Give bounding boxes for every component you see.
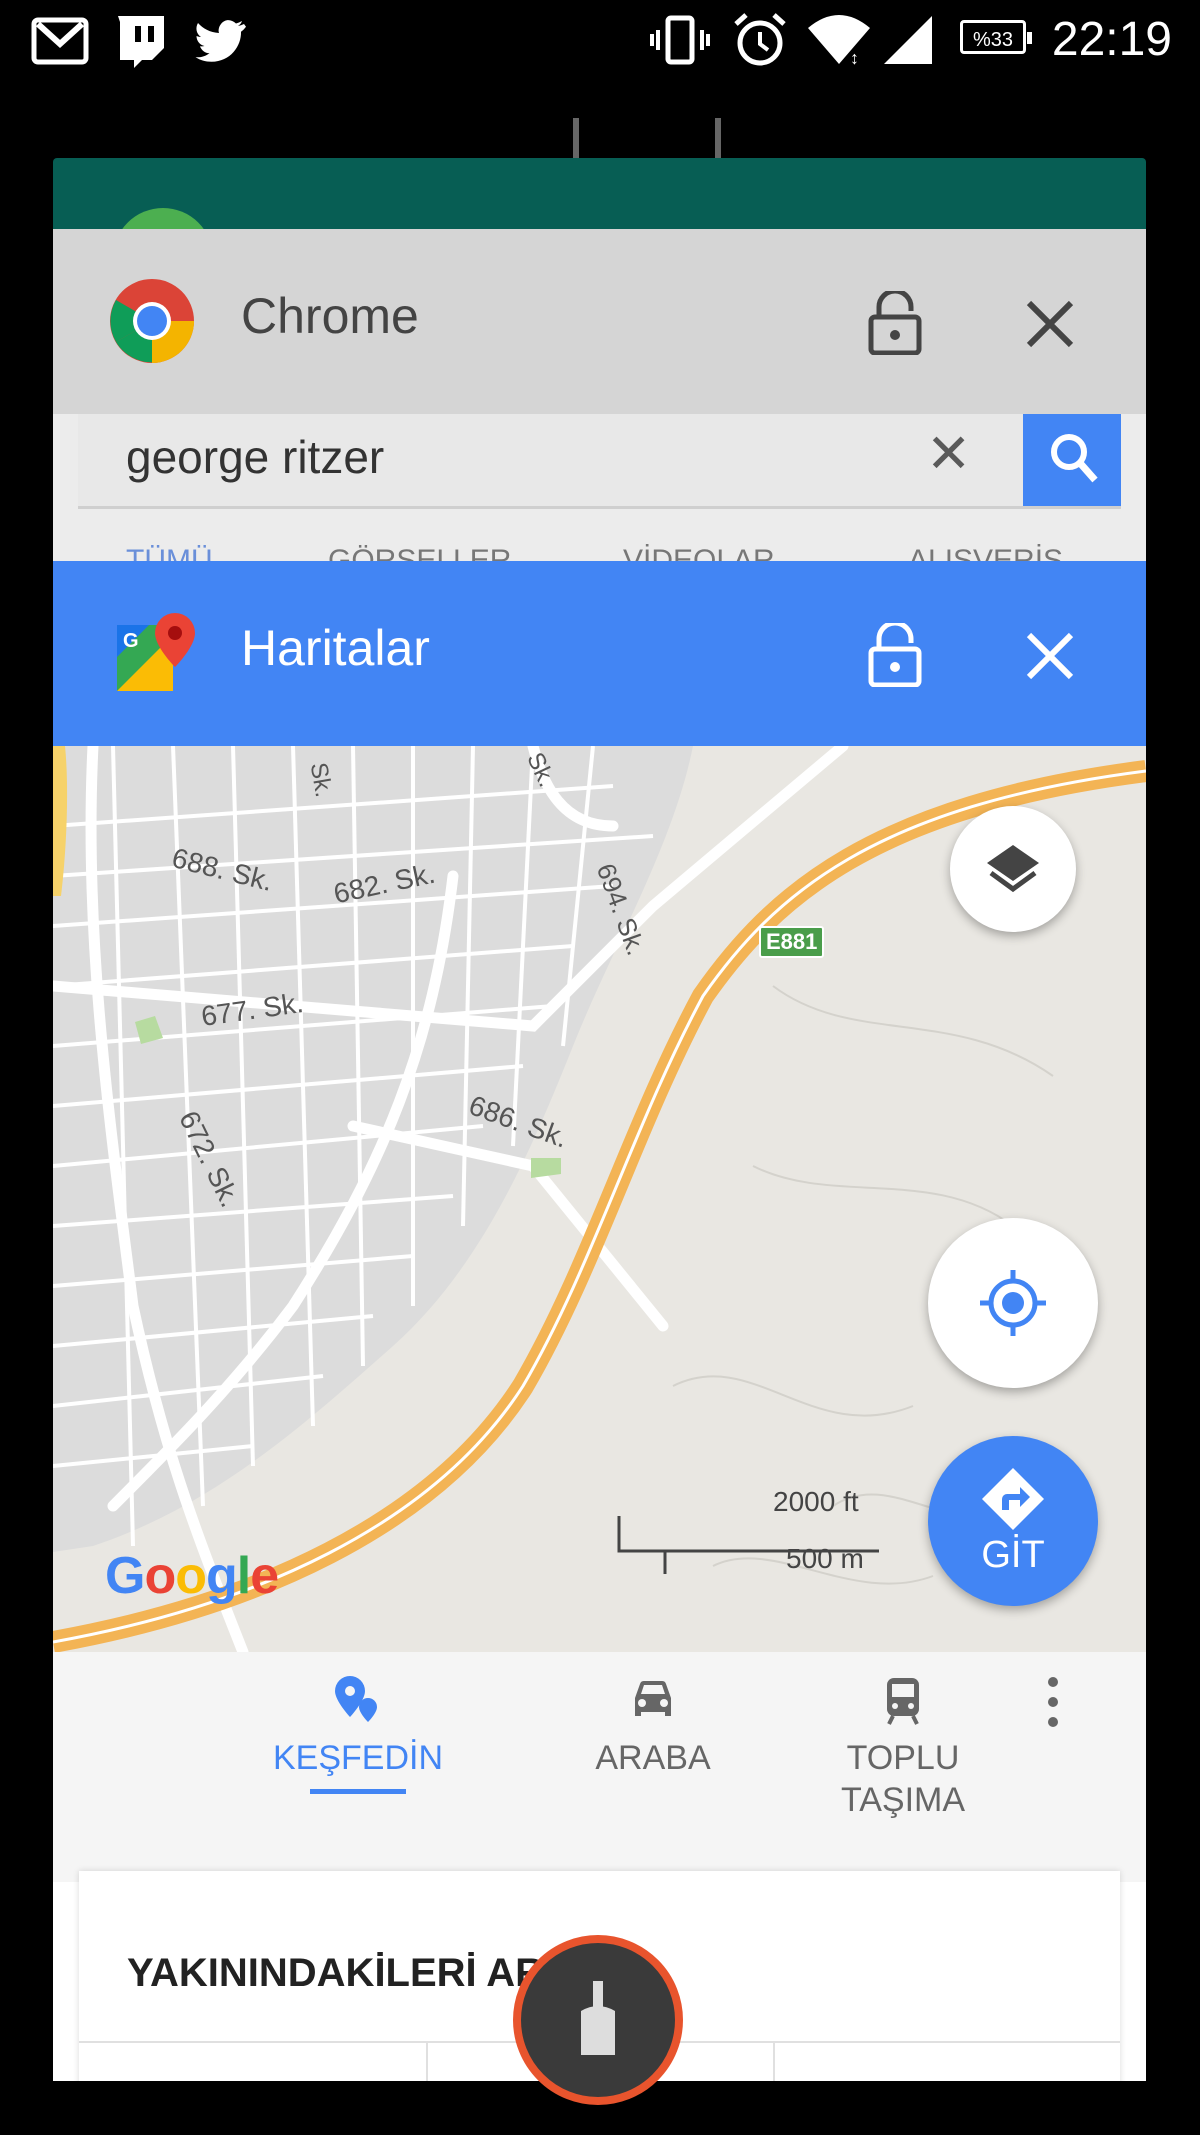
divider [773, 2041, 775, 2081]
battery-icon: %33 [960, 20, 1032, 54]
vibrate-icon [650, 15, 710, 65]
recents-scroll-handle [715, 118, 721, 158]
layers-icon [987, 845, 1039, 893]
chrome-card-title: Chrome [241, 288, 419, 344]
maps-card-title: Haritalar [241, 620, 430, 676]
street-label: Sk. [304, 760, 338, 800]
recents-scroll-handle [573, 118, 579, 158]
scale-m: 500 m [786, 1543, 864, 1574]
lock-icon[interactable] [865, 623, 925, 687]
search-query: george ritzer [126, 431, 385, 483]
my-location-button[interactable] [928, 1218, 1098, 1388]
active-tab-indicator [310, 1789, 406, 1794]
svg-text:G: G [123, 630, 139, 652]
svg-text:↕: ↕ [850, 48, 859, 68]
twitter-icon [195, 20, 246, 62]
broom-icon [581, 1981, 615, 2055]
scale-ft: 2000 ft [773, 1486, 859, 1517]
search-box[interactable]: george ritzer ✕ [78, 414, 1121, 509]
nearby-search-title: YAKININDAKİLERİ ARA [127, 1951, 573, 1995]
maps-logo-icon: G [117, 613, 195, 691]
status-bar: ↕ %33 22:19 [0, 0, 1200, 80]
nav-transit[interactable]: TOPLU TAŞIMA [793, 1672, 1013, 1821]
close-icon[interactable] [1025, 299, 1075, 349]
divider [426, 2041, 428, 2081]
road-badge: E881 [759, 926, 825, 958]
transit-icon [887, 1678, 919, 1725]
more-options-icon[interactable] [1038, 1674, 1068, 1730]
nav-explore[interactable]: KEŞFEDİN [248, 1672, 468, 1794]
clear-all-button[interactable] [513, 1935, 683, 2105]
lock-icon[interactable] [865, 291, 925, 355]
map-view[interactable]: Sk. Sk. 688. Sk. 682. Sk. 694. Sk. 677. … [53, 746, 1146, 1652]
google-logo: Google [105, 1547, 279, 1605]
go-button-label: GİT [981, 1534, 1045, 1576]
clear-search-icon[interactable]: ✕ [926, 422, 971, 485]
go-button[interactable]: GİT [928, 1436, 1098, 1606]
my-location-icon [980, 1270, 1046, 1336]
explore-pin-icon [335, 1676, 377, 1722]
nav-explore-label: KEŞFEDİN [272, 1739, 444, 1777]
gmail-icon [31, 17, 89, 65]
bottom-navigation: KEŞFEDİN ARABA TOPLU TAŞIMA [53, 1652, 1146, 1882]
search-button[interactable] [1023, 414, 1121, 506]
layers-button[interactable] [950, 806, 1076, 932]
recent-app-card-maps[interactable]: G Haritalar Sk. Sk. 688. Sk. 682. Sk. 69… [53, 561, 1146, 2081]
nav-driving[interactable]: ARABA [543, 1672, 763, 1779]
clock: 22:19 [1051, 13, 1172, 66]
directions-icon [982, 1468, 1044, 1530]
car-icon [635, 1680, 671, 1716]
chrome-logo-icon [110, 279, 194, 363]
nav-transit-label: TOPLU TAŞIMA [840, 1739, 966, 1819]
signal-icon [884, 16, 932, 64]
search-icon [1051, 434, 1098, 483]
maps-card-header: G Haritalar [53, 561, 1146, 746]
twitch-icon [118, 16, 164, 68]
nav-driving-label: ARABA [595, 1739, 711, 1777]
alarm-icon [734, 13, 786, 66]
chrome-card-header: Chrome [53, 229, 1146, 414]
wifi-icon: ↕ [808, 15, 870, 68]
close-icon[interactable] [1025, 631, 1075, 681]
